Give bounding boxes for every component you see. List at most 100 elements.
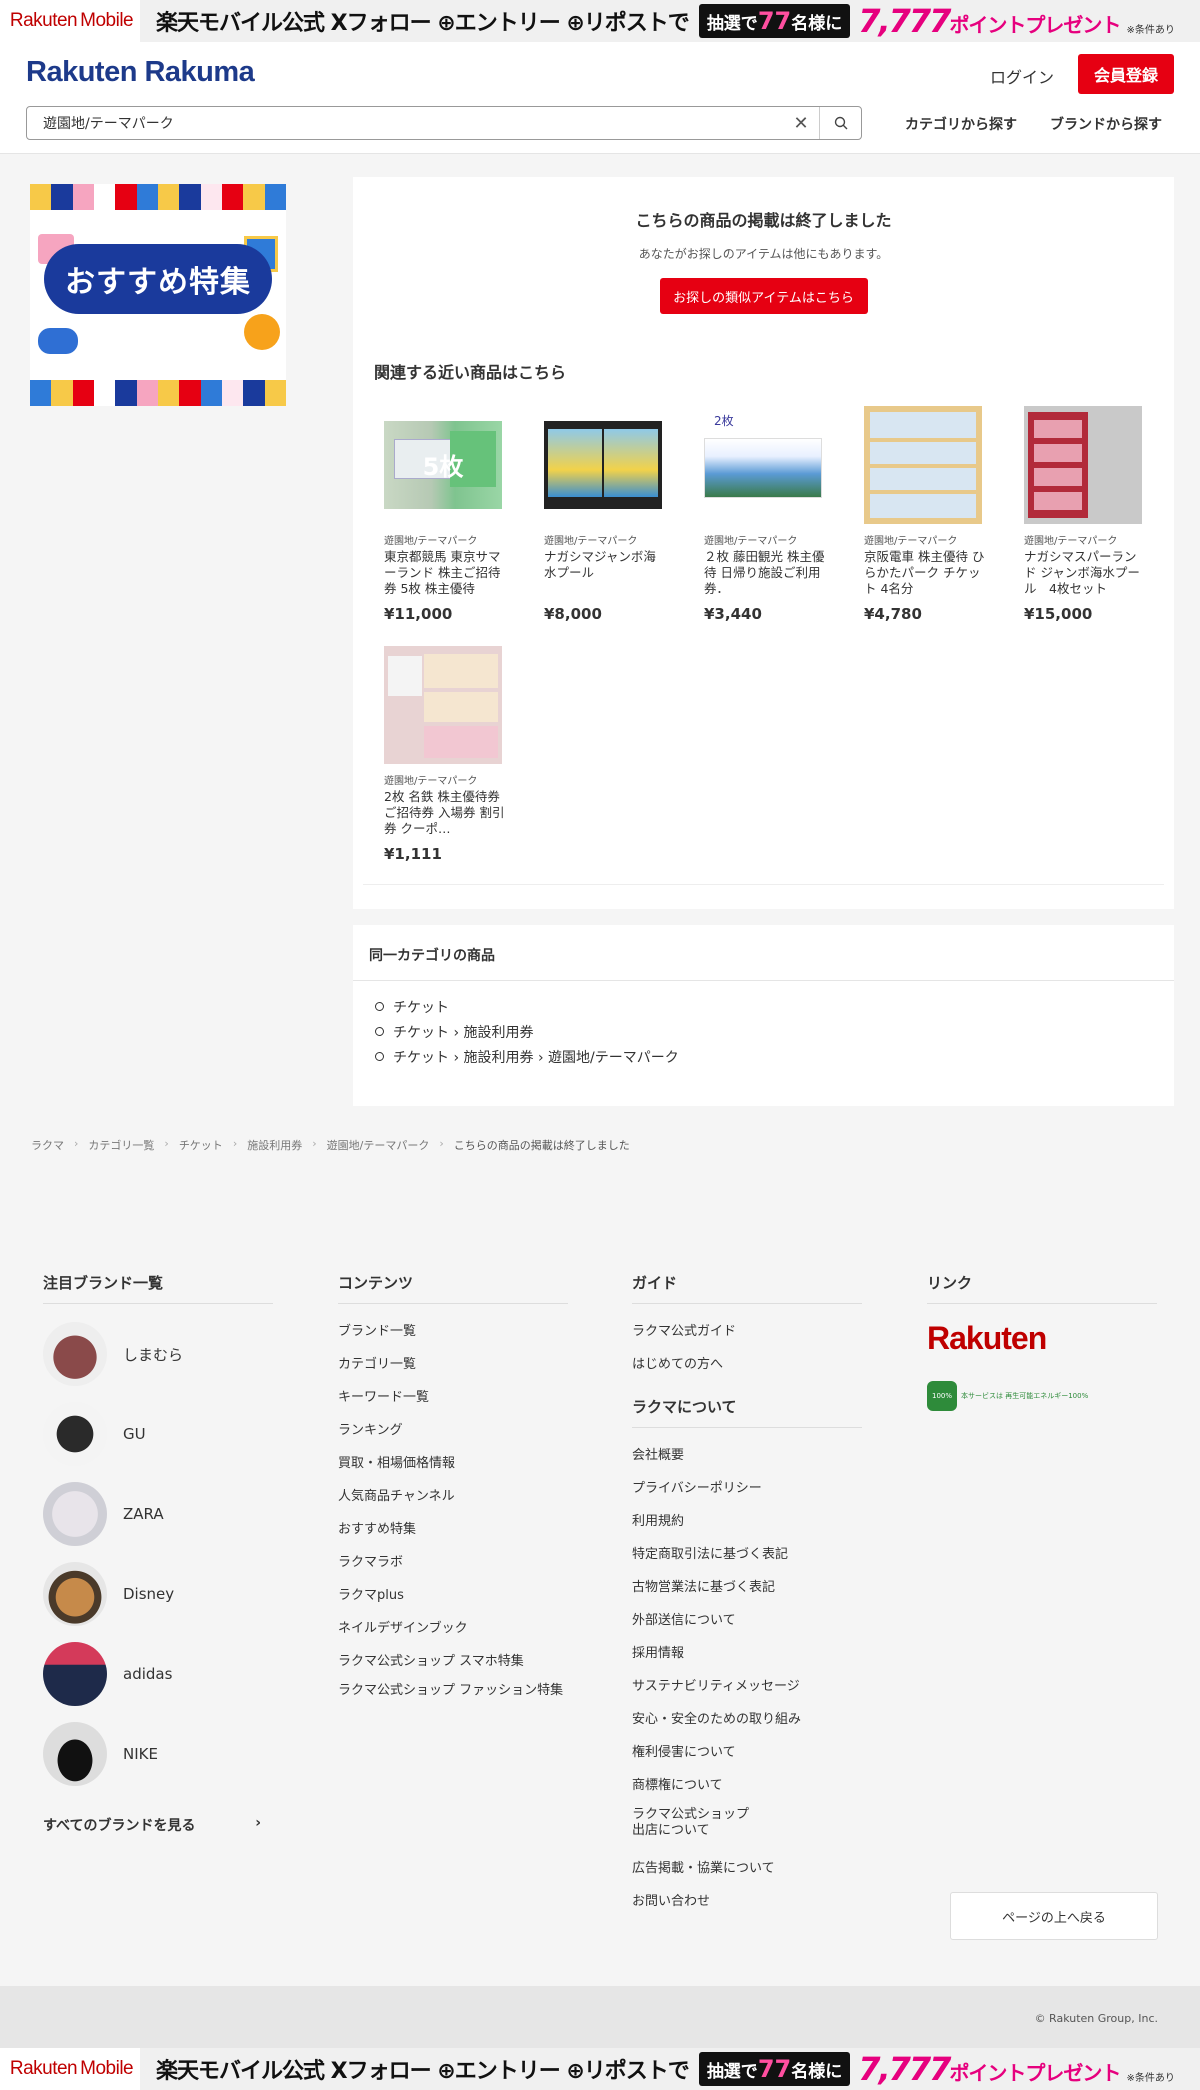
promo-text: 楽天モバイル公式 Xフォロー ⊕エントリー ⊕リポストで (156, 2059, 690, 2084)
login-link[interactable]: ログイン (990, 64, 1054, 88)
nav-category[interactable]: カテゴリから探す (905, 114, 1017, 134)
footer-link[interactable]: 会社概要 (632, 1444, 862, 1477)
product-card[interactable]: 遊園地/テーマパーク 2枚 名鉄 株主優待券 ご招待券 入場券 割引券 クーポ…… (384, 646, 508, 863)
renewable-energy-badge[interactable]: 100% 本サービスは 再生可能エネルギー100% (927, 1381, 1088, 1411)
brand-link-gu[interactable]: GU (43, 1394, 273, 1474)
footer-link[interactable]: ラクマ公式ショップ ファッション特集 (338, 1683, 568, 1699)
search-button[interactable] (819, 107, 861, 139)
footer-link[interactable]: ラクマ公式ショップ スマホ特集 (338, 1650, 568, 1683)
breadcrumb-item[interactable]: ラクマ (31, 1137, 64, 1153)
footer-link[interactable]: 買取・相場価格情報 (338, 1452, 568, 1485)
product-overlay-label: 2枚 (714, 414, 734, 428)
rakuten-mobile-sub: Mobile (80, 2058, 134, 2079)
footer-link[interactable]: 採用情報 (632, 1642, 862, 1675)
footer-link[interactable]: ラクマ公式ショップ 出店について (632, 1807, 762, 1857)
leaf-icon: 100% (927, 1381, 957, 1411)
footer-link[interactable]: 広告掲載・協業について (632, 1857, 862, 1890)
brand-link-disney[interactable]: Disney (43, 1554, 273, 1634)
promo-banner-top[interactable]: Rakuten Mobile 楽天モバイル公式 Xフォロー ⊕エントリー ⊕リポス… (0, 0, 1200, 42)
footer-link[interactable]: プライバシーポリシー (632, 1477, 862, 1510)
same-category-card: 同一カテゴリの商品 チケット チケット › 施設利用券 チケット › 施設利用券… (353, 925, 1174, 1106)
category-link[interactable]: チケット › 施設利用券 › 遊園地/テーマパーク (375, 1047, 1174, 1072)
footer-link[interactable]: ラクマ公式ガイド (632, 1320, 862, 1353)
footer-link[interactable]: カテゴリ一覧 (338, 1353, 568, 1386)
brand-name: ZARA (123, 1505, 164, 1523)
brand-name: Disney (123, 1585, 175, 1603)
search-bar: ✕ (26, 106, 862, 140)
footer-link[interactable]: サステナビリティメッセージ (632, 1675, 862, 1708)
footer-link[interactable]: 権利侵害について (632, 1741, 862, 1774)
gamepad-icon (38, 328, 78, 354)
rakuten-mobile-brand: Rakuten (9, 2058, 78, 2079)
product-card[interactable]: 2枚 遊園地/テーマパーク ２枚 藤田観光 株主優待 日帰り施設ご利用券． ¥3… (704, 406, 828, 623)
search-input[interactable] (27, 108, 783, 138)
breadcrumb-separator: › (312, 1137, 317, 1150)
promo-condition: ※条件あり (1126, 24, 1175, 36)
all-brands-link[interactable]: すべてのブランドを見る › (43, 1815, 273, 1835)
breadcrumb: ラクマ › カテゴリ一覧 › チケット › 施設利用券 › 遊園地/テーマパーク › こち… (31, 1137, 630, 1153)
product-name: 2枚 名鉄 株主優待券 ご招待券 入場券 割引券 クーポ… (384, 789, 505, 836)
breadcrumb-separator: › (74, 1137, 79, 1150)
footer-link[interactable]: キーワード一覧 (338, 1386, 568, 1419)
breadcrumb-separator: › (232, 1137, 238, 1150)
rakuten-mobile-logo: Rakuten Mobile (0, 0, 140, 42)
product-name: ２枚 藤田観光 株主優待 日帰り施設ご利用券． (704, 549, 825, 596)
footer-link[interactable]: はじめての方へ (632, 1353, 862, 1386)
product-category: 遊園地/テーマパーク (544, 536, 638, 547)
footer-link[interactable]: 利用規約 (632, 1510, 862, 1543)
product-category: 遊園地/テーマパーク (1024, 536, 1118, 547)
lottery-post: 名様に (791, 14, 843, 34)
brand-name: しまむら (123, 1345, 184, 1364)
brand-link-shimamura[interactable]: しまむら (43, 1314, 273, 1394)
brand-link-nike[interactable]: NIKE (43, 1714, 273, 1794)
feature-banner[interactable]: おすすめ特集 (30, 184, 286, 406)
product-card[interactable]: 遊園地/テーマパーク ナガシマジャンボ海水プール ¥8,000 (544, 406, 668, 623)
product-card[interactable]: 5枚 遊園地/テーマパーク 東京都競馬 東京サマーランド 株主ご招待券 5枚 株… (384, 406, 508, 623)
footer-link[interactable]: ラクマラボ (338, 1551, 568, 1584)
footer-link[interactable]: 特定商取引法に基づく表記 (632, 1543, 862, 1576)
brand-link-zara[interactable]: ZARA (43, 1474, 273, 1554)
rakuten-mobile-logo: Rakuten Mobile (0, 2048, 140, 2090)
product-card[interactable]: 遊園地/テーマパーク ナガシマスパーランド ジャンボ海水プール 4枚セット ¥1… (1024, 406, 1148, 623)
same-category-list: チケット チケット › 施設利用券 チケット › 施設利用券 › 遊園地/テーマ… (353, 981, 1174, 1072)
footer-brands-title: 注目ブランド一覧 (43, 1272, 273, 1304)
category-link[interactable]: チケット (375, 997, 1174, 1022)
footer-about-title: ラクマについて (632, 1396, 862, 1428)
breadcrumb-item[interactable]: 遊園地/テーマパーク (327, 1137, 430, 1153)
footer-link[interactable]: ネイルデザインブック (338, 1617, 568, 1650)
footer-link[interactable]: ブランド一覧 (338, 1320, 568, 1353)
footer-link[interactable]: 安心・安全のための取り組み (632, 1708, 862, 1741)
clear-icon[interactable]: ✕ (783, 107, 819, 139)
product-card[interactable]: 遊園地/テーマパーク 京阪電車 株主優待 ひらかたパーク チケット 4名分 ¥4… (864, 406, 988, 623)
footer-link[interactable]: 商標権について (632, 1774, 862, 1807)
signup-button[interactable]: 会員登録 (1078, 54, 1174, 94)
footer-link[interactable]: 古物営業法に基づく表記 (632, 1576, 862, 1609)
product-thumbnail (384, 646, 502, 764)
footer-link[interactable]: 外部送信について (632, 1609, 862, 1642)
brand-link-adidas[interactable]: adidas (43, 1634, 273, 1714)
footer-guide-title: ガイド (632, 1272, 862, 1304)
breadcrumb-item[interactable]: チケット (179, 1137, 223, 1153)
footer-link[interactable]: お問い合わせ (632, 1890, 862, 1923)
product-price: ¥11,000 (384, 605, 453, 623)
category-link[interactable]: チケット › 施設利用券 (375, 1022, 1174, 1047)
points-value: 7,777 (858, 2, 951, 40)
product-price: ¥4,780 (864, 605, 922, 623)
promo-banner-bottom[interactable]: Rakuten Mobile 楽天モバイル公式 Xフォロー ⊕エントリー ⊕リポス… (0, 2048, 1200, 2090)
rakuma-logo[interactable]: Rakuten Rakuma (26, 56, 255, 89)
promo-points: 7,777ポイントプレゼント (858, 2, 1121, 40)
rakuten-logo[interactable]: Rakuten (927, 1320, 1047, 1357)
footer-link[interactable]: ラクマplus (338, 1584, 568, 1617)
related-title: 関連する近い商品はこちら (374, 363, 567, 382)
nav-brand[interactable]: ブランドから探す (1050, 114, 1162, 134)
breadcrumb-item[interactable]: 施設利用券 (247, 1137, 302, 1153)
footer-link[interactable]: おすすめ特集 (338, 1518, 568, 1551)
back-to-top-button[interactable]: ページの上へ戻る (950, 1892, 1158, 1940)
brand-name: adidas (123, 1665, 173, 1683)
breadcrumb-item[interactable]: カテゴリ一覧 (88, 1137, 154, 1153)
footer-link[interactable]: 人気商品チャンネル (338, 1485, 568, 1518)
similar-items-button[interactable]: お探しの類似アイテムはこちら (659, 278, 868, 314)
footer-link[interactable]: ランキング (338, 1419, 568, 1452)
product-category: 遊園地/テーマパーク (704, 536, 798, 547)
avatar (43, 1642, 107, 1706)
